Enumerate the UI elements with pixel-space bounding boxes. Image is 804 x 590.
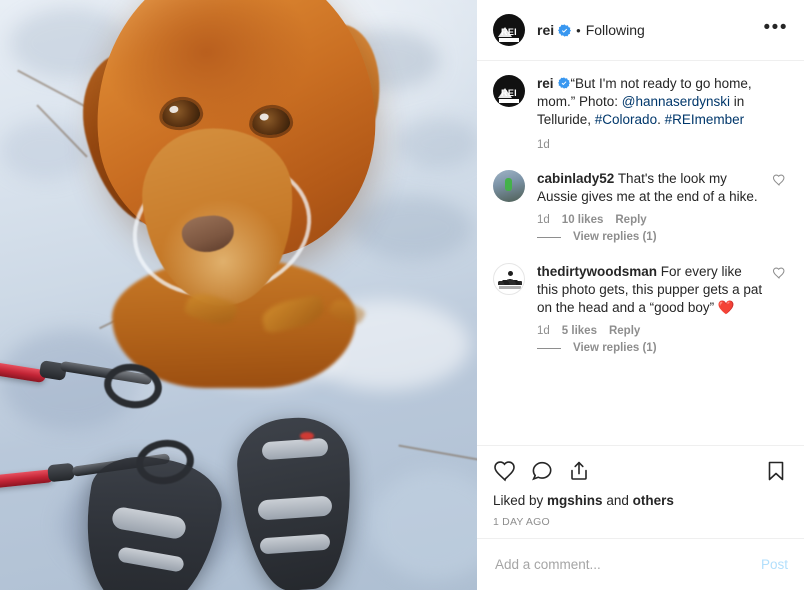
snow-texture (396, 118, 477, 168)
comment-meta-row: 1d 5 likes Reply (537, 324, 764, 338)
author-username[interactable]: rei (537, 23, 554, 37)
commenter-username[interactable]: cabinlady52 (537, 171, 614, 186)
rei-logo-bar (499, 38, 519, 42)
comment-item: cabinlady52 That's the look my Aussie gi… (493, 170, 788, 243)
comment-text: thedirtywoodsman For every like this pho… (537, 263, 764, 317)
view-replies-row[interactable]: View replies (1) (537, 342, 764, 354)
caption-text: rei “But I'm not ready to go home, mom.” … (537, 75, 788, 129)
verified-badge-icon (557, 76, 571, 89)
share-arrow-icon[interactable] (567, 459, 591, 483)
comment-meta-row: 1d 10 likes Reply (537, 213, 764, 227)
heart-icon[interactable] (772, 266, 788, 354)
liked-by-prefix: Liked by (493, 493, 548, 508)
post-header: REI rei • Following ••• (477, 0, 804, 61)
header-separator: • (576, 22, 581, 38)
caption-timestamp: 1d (537, 139, 550, 151)
view-replies-label[interactable]: View replies (1) (573, 231, 657, 243)
liked-by-others[interactable]: others (633, 493, 674, 508)
comment-text: cabinlady52 That's the look my Aussie gi… (537, 170, 764, 206)
view-replies-row[interactable]: View replies (1) (537, 231, 764, 243)
post-timestamp: 1 DAY AGO (493, 516, 550, 528)
forest-icon-dot (508, 271, 513, 276)
comment-body: cabinlady52 That's the look my Aussie gi… (537, 170, 764, 243)
caption-hashtag-colorado[interactable]: #Colorado (595, 112, 657, 127)
verified-badge-icon (558, 23, 572, 37)
speech-bubble-icon[interactable] (530, 459, 554, 483)
caption-mention-link[interactable]: @hannaserdynski (622, 94, 730, 109)
caption-hashtag-reimember[interactable]: #REImember (665, 112, 745, 127)
replies-divider-line (537, 236, 561, 238)
snowshoe-red-accent (300, 432, 314, 440)
post-comment-button[interactable]: Post (751, 557, 788, 572)
comment-body: thedirtywoodsman For every like this pho… (537, 263, 764, 354)
liked-by-text: Liked by mgshins and others (493, 488, 788, 510)
caption-text-3: . (657, 112, 665, 127)
comment-input[interactable] (493, 556, 751, 573)
liked-by-middle: and (602, 493, 633, 508)
twig (398, 444, 477, 462)
trekking-pole-lower (0, 469, 55, 492)
snow-texture (370, 470, 477, 580)
commenter-avatar[interactable] (493, 170, 525, 202)
snow-texture (352, 196, 472, 260)
commenter-username[interactable]: thedirtywoodsman (537, 264, 657, 279)
follow-state-button[interactable]: Following (586, 23, 645, 37)
rei-logo-word: REI (501, 88, 517, 98)
post-actions-section: Liked by mgshins and others 1 DAY AGO (477, 445, 804, 538)
replies-divider-line (537, 347, 561, 349)
liked-by-user[interactable]: mgshins (547, 493, 603, 508)
caption-avatar[interactable]: REI (493, 75, 525, 107)
comments-feed: REI rei “But I'm not ready to go home, mo… (477, 61, 804, 445)
photo-canvas (0, 0, 477, 590)
comment-reply-button[interactable]: Reply (615, 213, 646, 227)
post-sidebar: REI rei • Following ••• REI rei “But I'm… (477, 0, 804, 590)
heart-icon[interactable] (772, 173, 788, 243)
add-comment-bar: Post (477, 538, 804, 590)
post-photo[interactable] (0, 0, 477, 590)
bookmark-icon[interactable] (764, 459, 788, 483)
author-name-row: rei • Following (537, 23, 645, 37)
rei-logo-word: REI (501, 27, 517, 37)
commenter-avatar[interactable] (493, 263, 525, 295)
post-actions-row (493, 454, 788, 488)
view-replies-label[interactable]: View replies (1) (573, 342, 657, 354)
comment-likes[interactable]: 5 likes (562, 324, 597, 338)
heart-icon[interactable] (493, 459, 517, 483)
rei-logo-bar (499, 99, 519, 103)
pole-grip-lower (47, 462, 75, 483)
comment-item: thedirtywoodsman For every like this pho… (493, 263, 788, 354)
instagram-post: REI rei • Following ••• REI rei “But I'm… (0, 0, 804, 590)
avatar-caption-bar (499, 286, 521, 289)
comment-likes[interactable]: 10 likes (562, 213, 604, 227)
comment-reply-button[interactable]: Reply (609, 324, 640, 338)
caption-body: rei “But I'm not ready to go home, mom.” … (537, 75, 788, 129)
caption-entry: REI rei “But I'm not ready to go home, mo… (493, 75, 788, 129)
snow-texture (0, 120, 90, 180)
comment-timestamp: 1d (537, 325, 550, 337)
author-avatar[interactable]: REI (493, 14, 525, 46)
caption-author[interactable]: rei (537, 76, 554, 91)
comment-timestamp: 1d (537, 214, 550, 226)
more-options-button[interactable]: ••• (764, 18, 788, 38)
